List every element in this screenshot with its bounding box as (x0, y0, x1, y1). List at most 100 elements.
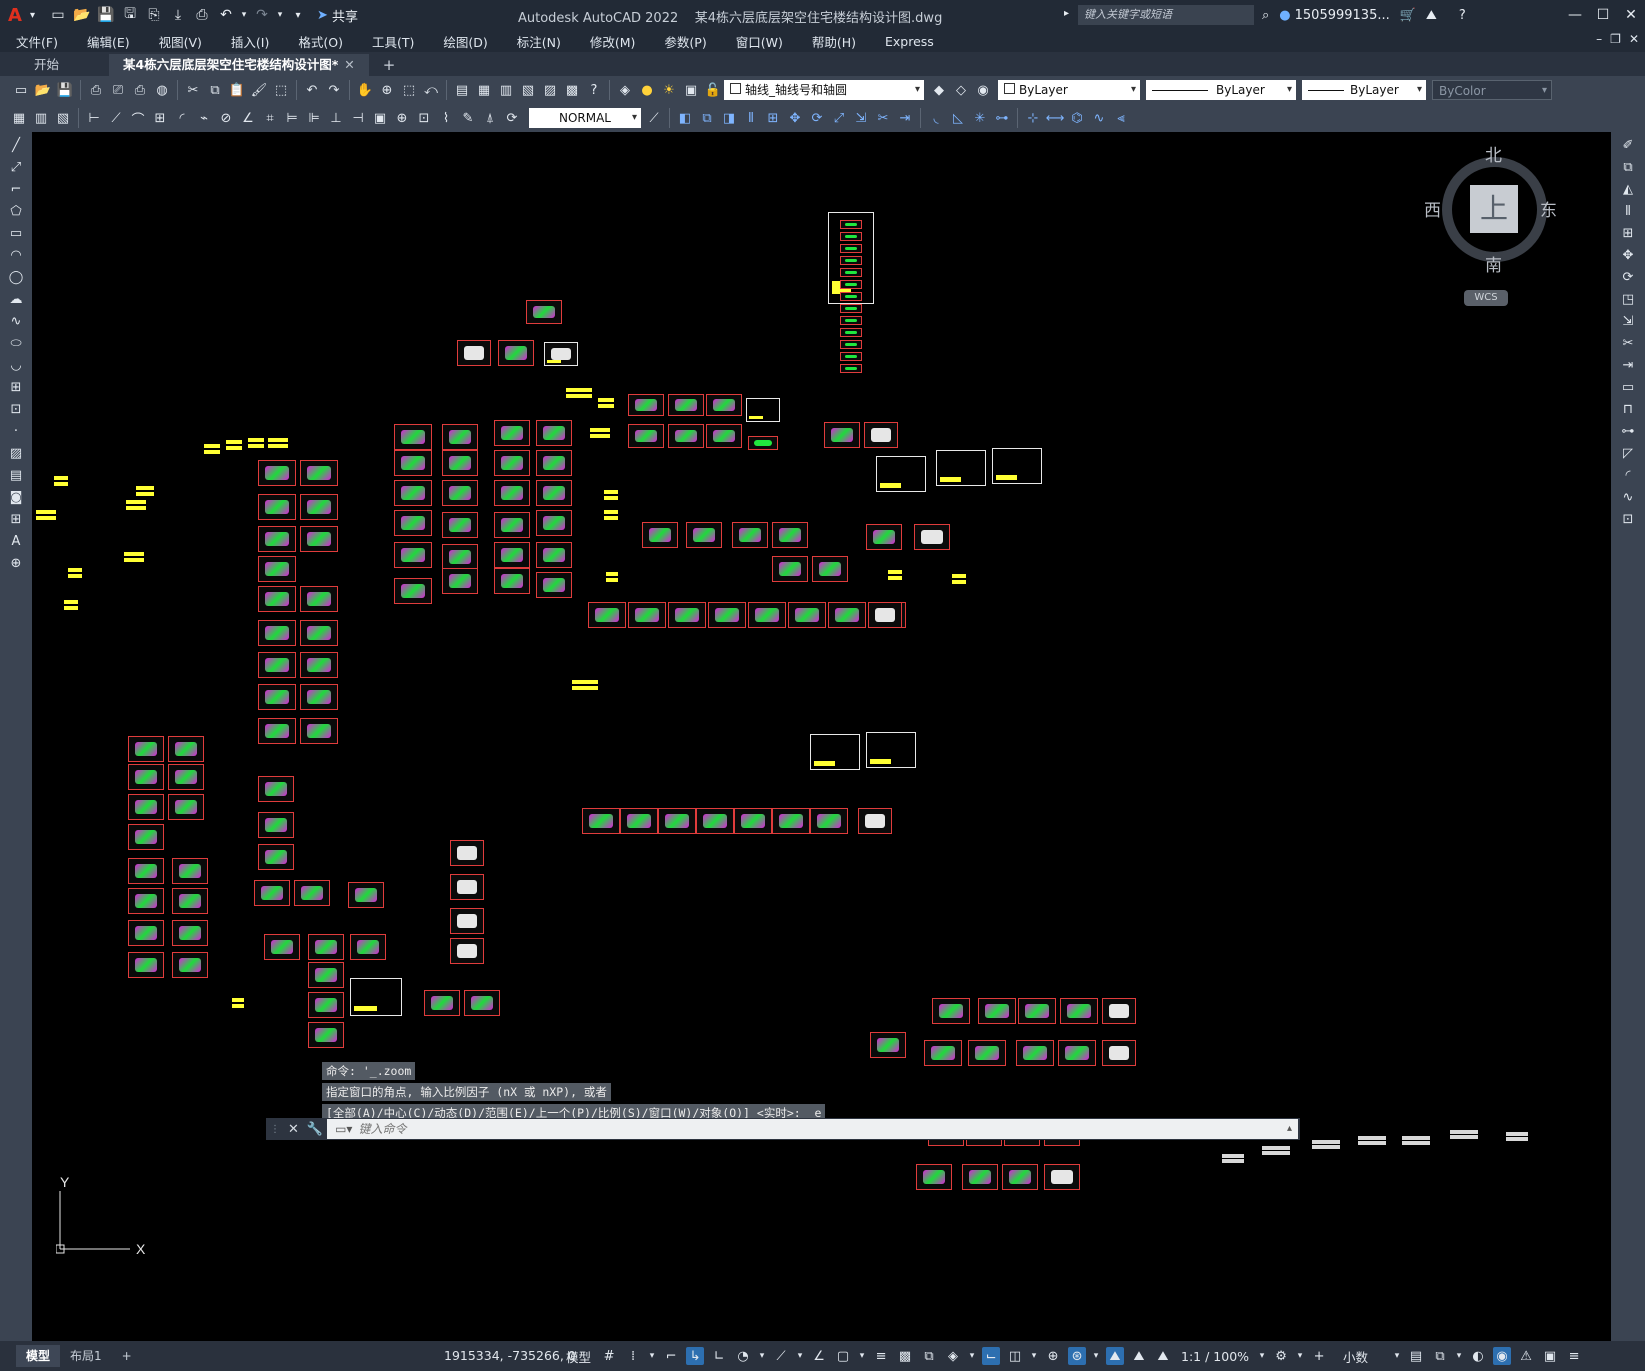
tab-close-icon[interactable]: ✕ (344, 57, 354, 72)
scale-icon[interactable]: ⤢ (830, 109, 848, 127)
circle-icon[interactable]: ◯ (7, 268, 25, 286)
radius-dimension-icon[interactable]: ◜ (173, 109, 191, 127)
line-icon[interactable]: ╱ (7, 136, 25, 154)
plot-preview-icon[interactable]: ⎚ (109, 81, 127, 99)
rotate-icon[interactable]: ⟳ (808, 109, 826, 127)
grip-handle-icon[interactable]: ⋮ (270, 1124, 280, 1135)
trim-icon[interactable]: ✂ (1619, 334, 1637, 352)
close-command-line-icon[interactable]: ✕ (288, 1122, 299, 1137)
zoom-realtime-icon[interactable]: ⊕ (378, 81, 396, 99)
break-icon[interactable]: ⊓ (1619, 400, 1637, 418)
region-icon[interactable]: ◙ (7, 488, 25, 506)
menu-draw[interactable]: 绘图(D) (427, 32, 500, 51)
dropdown-icon[interactable]: ▾ (1393, 1347, 1401, 1365)
table-icon[interactable]: ⊞ (7, 510, 25, 528)
layer-tools-icon[interactable]: ▦ (10, 109, 28, 127)
save-icon[interactable]: 💾 (95, 4, 117, 26)
spline-edit-icon[interactable]: ∿ (1090, 109, 1108, 127)
plot-icon[interactable]: ⎙ (87, 81, 105, 99)
zoom-window-icon[interactable]: ⬚ (400, 81, 418, 99)
rectangle-icon[interactable]: ▭ (7, 224, 25, 242)
diameter-dimension-icon[interactable]: ⊘ (217, 109, 235, 127)
markup-icon[interactable]: ▨ (541, 81, 559, 99)
publish-icon[interactable]: ⎘ (143, 4, 165, 26)
user-name[interactable]: 1505999135... (1295, 8, 1390, 23)
insert-block-icon[interactable]: ⊞ (7, 378, 25, 396)
help-icon[interactable]: ? (1459, 8, 1466, 23)
ellipse-icon[interactable]: ⬭ (7, 334, 25, 352)
hardware-acceleration-icon[interactable]: ◉ (1493, 1347, 1512, 1365)
menu-dimension[interactable]: 标注(N) (501, 32, 574, 51)
isolate-objects-icon[interactable]: ◐ (1469, 1347, 1487, 1365)
user-icon[interactable]: ● (1279, 8, 1290, 23)
layer-dropdown[interactable]: 轴线_轴线号和轴圆 ▾ (724, 80, 924, 100)
offset-icon[interactable]: ⫴ (742, 109, 760, 127)
explode-icon[interactable]: ✳ (971, 109, 989, 127)
command-input[interactable]: ▭▾ 键入命令 ▴ (327, 1119, 1298, 1139)
help-icon[interactable]: ? (585, 81, 603, 99)
dynamic-ucs-icon[interactable]: ⌙ (982, 1347, 1001, 1365)
compass-south[interactable]: 南 (1485, 251, 1502, 276)
paste-icon[interactable]: 📋 (228, 81, 246, 99)
compass-east[interactable]: 东 (1540, 196, 1557, 221)
arc-icon[interactable]: ◠ (7, 246, 25, 264)
undo-dropdown-icon[interactable]: ▾ (239, 4, 249, 26)
selection-cycling-icon[interactable]: ⧉ (920, 1347, 938, 1365)
import-icon[interactable]: ⤓ (167, 4, 189, 26)
quick-dimension-icon[interactable]: ⌗ (261, 109, 279, 127)
menu-express[interactable]: Express (869, 34, 947, 49)
properties-icon[interactable]: ▤ (453, 81, 471, 99)
dynamic-input-icon[interactable]: ↳ (686, 1347, 705, 1365)
dimension-update-icon[interactable]: ⟳ (503, 109, 521, 127)
chamfer-icon[interactable]: ◸ (1619, 444, 1637, 462)
hatch-icon[interactable]: ▨ (7, 444, 25, 462)
object-snap-tracking-icon[interactable]: ∠ (810, 1347, 828, 1365)
jogged-linear-icon[interactable]: ⌇ (437, 109, 455, 127)
baseline-dimension-icon[interactable]: ⊨ (283, 109, 301, 127)
redo-icon[interactable]: ↷ (251, 4, 273, 26)
sheet-set-icon[interactable]: ▧ (519, 81, 537, 99)
pan-icon[interactable]: ✋ (356, 81, 374, 99)
saveas-icon[interactable]: 🖫 (119, 4, 141, 26)
quick-properties-icon[interactable]: ▤ (1407, 1347, 1425, 1365)
dimension-text-edit-icon[interactable]: ⍋ (481, 109, 499, 127)
stretch-icon[interactable]: ⇲ (852, 109, 870, 127)
redo-dropdown-icon[interactable]: ▾ (275, 4, 285, 26)
menu-format[interactable]: 格式(O) (282, 32, 356, 51)
snap-icon[interactable]: ⁞ (624, 1347, 642, 1365)
compass-north[interactable]: 北 (1485, 141, 1502, 166)
selection-filter-icon[interactable]: ◫ (1006, 1347, 1024, 1365)
add-selected-icon[interactable]: ⊕ (7, 554, 25, 572)
minimize-icon[interactable]: — (1561, 0, 1589, 30)
linear-dimension-icon[interactable]: ⊢ (85, 109, 103, 127)
tab-model[interactable]: 模型 (16, 1345, 61, 1367)
dropdown-icon[interactable]: ▾ (648, 1347, 656, 1365)
fillet-icon[interactable]: ◜ (1619, 466, 1637, 484)
erase-icon[interactable]: ✐ (1619, 136, 1637, 154)
extend-icon[interactable]: ⇥ (896, 109, 914, 127)
plot-icon[interactable]: ⎙ (191, 4, 213, 26)
new-icon[interactable]: ▭ (12, 81, 30, 99)
menu-window[interactable]: 窗口(W) (720, 32, 796, 51)
match-properties-icon[interactable]: 🖌 (250, 81, 268, 99)
cut-icon[interactable]: ✂ (184, 81, 202, 99)
mirror-icon[interactable]: ◭ (1619, 180, 1637, 198)
tab-start[interactable]: 开始 (0, 54, 109, 76)
compass-west[interactable]: 西 (1424, 196, 1441, 221)
isodraft-icon[interactable]: ⟋ (772, 1347, 790, 1365)
dropdown-icon[interactable]: ▾ (1030, 1347, 1038, 1365)
menu-edit[interactable]: 编辑(E) (71, 32, 143, 51)
3d-print-icon[interactable]: ◍ (153, 81, 171, 99)
doc-close-icon[interactable]: ✕ (1629, 32, 1639, 46)
polygon-icon[interactable]: ⬠ (7, 202, 25, 220)
array-icon[interactable]: ⊞ (764, 109, 782, 127)
dropdown-icon[interactable]: ▾ (1258, 1347, 1266, 1365)
layer-previous-icon[interactable]: ◆ (930, 81, 948, 99)
share-button[interactable]: ➤ 共享 (317, 6, 358, 25)
sun-freeze-icon[interactable]: ☀ (660, 81, 678, 99)
menu-tools[interactable]: 工具(T) (356, 32, 427, 51)
annotation-scale-alt-icon[interactable]: ⛰ (1154, 1347, 1172, 1365)
break-at-point-icon[interactable]: ▭ (1619, 378, 1637, 396)
array-icon[interactable]: ⊞ (1619, 224, 1637, 242)
menu-modify[interactable]: 修改(M) (574, 32, 649, 51)
